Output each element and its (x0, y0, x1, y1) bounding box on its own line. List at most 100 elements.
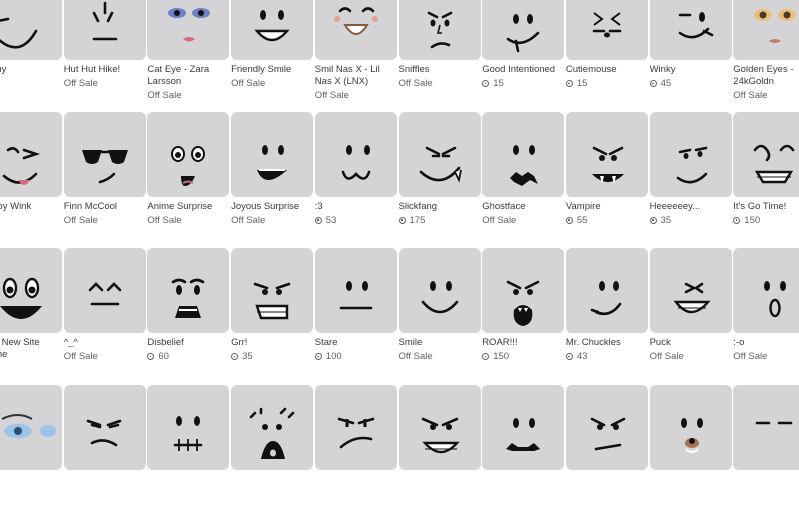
item-thumbnail[interactable] (733, 384, 799, 470)
catalog-item-card[interactable]: Friendly Smile Off Sale (231, 0, 315, 105)
catalog-item-card[interactable]: ^_^ Off Sale (63, 248, 148, 378)
item-thumbnail[interactable] (314, 111, 397, 197)
item-thumbnail[interactable] (314, 248, 397, 333)
item-name[interactable]: Anime Surprise (147, 201, 231, 213)
item-name[interactable]: :3 (315, 201, 399, 213)
item-thumbnail[interactable] (147, 111, 230, 197)
item-thumbnail[interactable] (398, 111, 481, 197)
item-thumbnail[interactable] (231, 0, 314, 60)
item-thumbnail[interactable] (63, 384, 146, 470)
catalog-item-card[interactable]: Good Intentioned 15 (482, 0, 566, 105)
item-name[interactable]: Heeeeeey... (650, 201, 734, 213)
catalog-item-card[interactable]: Smile Off Sale (398, 248, 483, 378)
item-name[interactable]: ^_^ (64, 337, 148, 349)
item-thumbnail[interactable] (733, 248, 799, 333)
item-thumbnail[interactable] (482, 384, 565, 470)
item-name[interactable]: Best New Site Frame (0, 337, 64, 361)
item-thumbnail[interactable] (482, 111, 565, 197)
catalog-item-card[interactable]: Happy Wink 5 (0, 111, 64, 242)
item-name[interactable]: Cutiemouse (566, 64, 650, 76)
item-name[interactable]: Golden Eyes - 24kGoldn (733, 64, 799, 88)
item-thumbnail[interactable] (733, 0, 799, 60)
item-thumbnail[interactable] (147, 384, 230, 470)
item-thumbnail[interactable] (649, 384, 732, 470)
catalog-item-card[interactable]: Disbelief 60 (147, 248, 231, 378)
item-name[interactable]: ROAR!!! (482, 337, 566, 349)
catalog-item-card[interactable]: :-o Off Sale (733, 248, 799, 378)
item-thumbnail[interactable] (147, 248, 230, 333)
catalog-item-card[interactable]: :3 53 (314, 111, 399, 242)
item-name[interactable]: Friendly Smile (231, 64, 315, 76)
catalog-item-card[interactable]: Heeeeeey... 35 (649, 111, 734, 242)
item-thumbnail[interactable] (0, 0, 62, 60)
item-name[interactable]: Joyous Surprise (231, 201, 315, 213)
item-name[interactable]: Winky (650, 64, 734, 76)
item-name[interactable]: Stare (315, 337, 399, 349)
catalog-item-card[interactable]: Vampire 55 (565, 111, 650, 242)
catalog-item-card[interactable]: Golden Eyes - 24kGoldn Off Sale (733, 0, 799, 105)
item-name[interactable]: Hut Hut Hike! (64, 64, 148, 76)
item-name[interactable]: Happy Wink (0, 201, 64, 213)
item-name[interactable]: Smil Nas X - Lil Nas X (LNX) (315, 64, 399, 88)
catalog-item-card[interactable]: Stare 100 (314, 248, 399, 378)
item-name[interactable]: Good Intentioned (482, 64, 566, 76)
item-thumbnail[interactable] (314, 0, 397, 60)
item-thumbnail[interactable] (0, 248, 62, 333)
item-thumbnail[interactable] (0, 111, 62, 197)
item-name[interactable]: Slickfang (399, 201, 483, 213)
catalog-item-card[interactable]: Smil Nas X - Lil Nas X (LNX) Off Sale (314, 0, 399, 105)
item-thumbnail[interactable] (482, 248, 565, 333)
item-name[interactable]: Cat Eye - Zara Larsson (147, 64, 231, 88)
catalog-item-card[interactable]: Joyous Surprise Off Sale (231, 111, 315, 242)
item-name[interactable]: Disbelief (147, 337, 231, 349)
item-thumbnail[interactable] (565, 111, 648, 197)
item-name[interactable]: Vampire (566, 201, 650, 213)
item-thumbnail[interactable] (649, 111, 732, 197)
item-thumbnail[interactable] (231, 248, 314, 333)
item-thumbnail[interactable] (63, 248, 146, 333)
catalog-item-card[interactable]: Cutiemouse 15 (565, 0, 650, 105)
catalog-item-card[interactable]: Cat Eye - Zara Larsson Off Sale (147, 0, 231, 105)
item-thumbnail[interactable] (63, 0, 146, 60)
item-thumbnail[interactable] (0, 384, 62, 470)
item-thumbnail[interactable] (565, 384, 648, 470)
item-thumbnail[interactable] (231, 384, 314, 470)
catalog-item-card[interactable]: Grr! 35 (231, 248, 315, 378)
item-thumbnail[interactable] (565, 248, 648, 333)
catalog-item-card[interactable]: Funny 3 (0, 0, 64, 105)
catalog-item-card[interactable]: Best New Site Frame (0, 248, 64, 378)
item-name[interactable]: Grr! (231, 337, 315, 349)
catalog-item-card[interactable]: It's Go Time! 150 (733, 111, 799, 242)
catalog-item-card[interactable]: Finn McCool Off Sale (63, 111, 148, 242)
catalog-item-card[interactable]: Ghostface Off Sale (482, 111, 566, 242)
catalog-item-card[interactable]: Mr. Chuckles 43 (565, 248, 650, 378)
item-thumbnail[interactable] (314, 384, 397, 470)
item-thumbnail[interactable] (398, 248, 481, 333)
item-thumbnail[interactable] (649, 0, 732, 60)
item-name[interactable]: :-o (733, 337, 799, 349)
item-thumbnail[interactable] (649, 248, 732, 333)
catalog-item-card[interactable]: Anime Surprise Off Sale (147, 111, 231, 242)
item-name[interactable]: Funny (0, 64, 64, 76)
catalog-item-card[interactable]: Puck Off Sale (649, 248, 734, 378)
item-thumbnail[interactable] (398, 0, 481, 60)
catalog-item-card[interactable]: Winky 45 (649, 0, 734, 105)
catalog-item-card[interactable]: Sniffles Off Sale (398, 0, 483, 105)
item-name[interactable]: Mr. Chuckles (566, 337, 650, 349)
item-name[interactable]: Smile (399, 337, 483, 349)
catalog-item-card[interactable]: ROAR!!! 150 (482, 248, 566, 378)
item-name[interactable]: Ghostface (482, 201, 566, 213)
catalog-item-card[interactable]: Slickfang 175 (398, 111, 483, 242)
item-thumbnail[interactable] (147, 0, 230, 60)
item-thumbnail[interactable] (565, 0, 648, 60)
item-name[interactable]: Sniffles (399, 64, 483, 76)
item-name[interactable]: It's Go Time! (733, 201, 799, 213)
item-thumbnail[interactable] (398, 384, 481, 470)
item-name[interactable]: Finn McCool (64, 201, 148, 213)
item-name[interactable]: Puck (650, 337, 734, 349)
item-thumbnail[interactable] (231, 111, 314, 197)
item-thumbnail[interactable] (733, 111, 799, 197)
item-thumbnail[interactable] (482, 0, 565, 60)
item-thumbnail[interactable] (63, 111, 146, 197)
catalog-item-card[interactable]: Hut Hut Hike! Off Sale (63, 0, 148, 105)
